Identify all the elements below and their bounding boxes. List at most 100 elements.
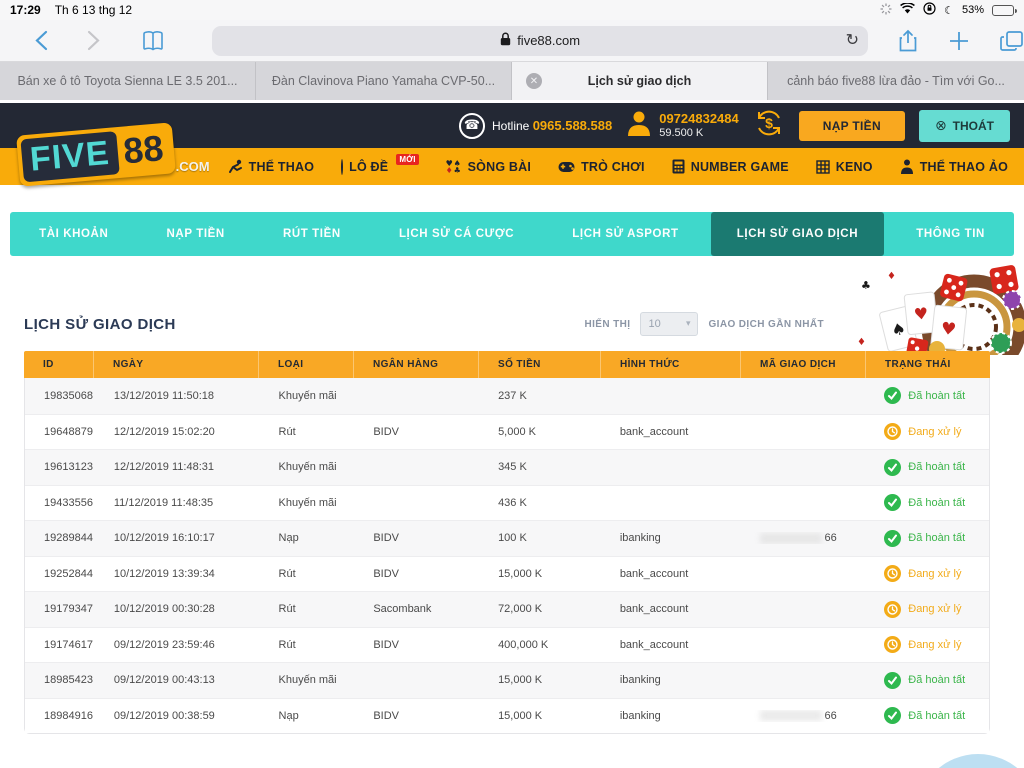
sub-nav-item-2[interactable]: RÚT TIỀN	[257, 212, 367, 256]
cell-type: Rút	[260, 639, 355, 651]
watermark-badge: Tj 77 …	[916, 754, 1024, 768]
main-nav-item-2[interactable]: ♥♠♦♣SÒNG BÀI	[446, 160, 531, 174]
sport-icon	[228, 159, 243, 174]
cell-status: Đã hoàn tất	[865, 530, 989, 547]
bookmarks-icon[interactable]	[131, 30, 174, 52]
main-nav-label: THỂ THAO ẢO	[920, 160, 1008, 174]
cell-bank: BIDV	[354, 426, 479, 438]
reload-button[interactable]: ↻	[846, 30, 859, 49]
table-row: 19289844 10/12/2019 16:10:17 Nạp BIDV 10…	[25, 520, 989, 556]
cell-bank: BIDV	[354, 532, 479, 544]
check-circle-icon	[884, 494, 901, 511]
cell-id: 19613123	[25, 461, 95, 473]
column-header: NGÀY	[94, 351, 259, 378]
browser-toolbar: five88.com ↻	[0, 20, 1024, 62]
status-label: Đang xử lý	[908, 639, 961, 651]
orientation-lock-icon	[923, 2, 936, 18]
cell-id: 19174617	[25, 639, 95, 651]
cell-date: 10/12/2019 16:10:17	[95, 532, 260, 544]
status-label: Đã hoàn tất	[908, 674, 965, 686]
table-body: 19835068 13/12/2019 11:50:18 Khuyến mãi …	[25, 378, 989, 733]
share-icon[interactable]	[898, 29, 918, 53]
main-nav-item-4[interactable]: NUMBER GAME	[672, 159, 789, 174]
cell-amount: 72,000 K	[479, 603, 601, 615]
account-balance: 59.500 K	[659, 127, 739, 141]
browser-tab-3[interactable]: cảnh báo five88 lừa đảo - Tìm với Go...	[768, 62, 1024, 100]
logo-five: FIVE	[20, 131, 119, 182]
table-row: 19433556 11/12/2019 11:48:35 Khuyến mãi …	[25, 485, 989, 521]
new-badge: MỚI	[396, 154, 418, 165]
sub-nav-item-5[interactable]: LỊCH SỬ GIAO DỊCH	[711, 212, 884, 256]
numbers-icon	[672, 159, 685, 174]
transaction-table: IDNGÀYLOẠINGÂN HÀNGSỐ TIỀNHÌNH THỨCMÃ GI…	[24, 352, 990, 734]
sub-nav-item-1[interactable]: NẠP TIỀN	[141, 212, 251, 256]
table-row: 18984916 09/12/2019 00:38:59 Nạp BIDV 15…	[25, 698, 989, 734]
browser-tab-2[interactable]: ✕ Lịch sử giao dịch	[512, 62, 768, 100]
cell-id: 19835068	[25, 390, 95, 402]
sub-nav-item-4[interactable]: LỊCH SỬ ASPORT	[546, 212, 704, 256]
site-logo[interactable]: FIVE 88 .COM	[18, 108, 218, 180]
cell-status: Đã hoàn tất	[865, 707, 989, 724]
logout-button[interactable]: ⊗ THOÁT	[919, 110, 1010, 142]
cell-method: ibanking	[601, 710, 741, 722]
column-header: SỐ TIỀN	[479, 351, 601, 378]
exchange-icon[interactable]: $	[753, 107, 785, 144]
casino-graphic-image: ♠ ♥ ♥ ♣ ♦ ♦	[849, 265, 1024, 355]
cell-date: 13/12/2019 11:50:18	[95, 390, 260, 402]
main-nav-item-0[interactable]: THỂ THAO	[228, 159, 315, 174]
cell-type: Khuyến mãi	[260, 674, 355, 686]
cell-id: 19252844	[25, 568, 95, 580]
new-tab-icon[interactable]	[948, 30, 970, 52]
redacted-code-blur	[760, 533, 822, 544]
check-circle-icon	[884, 459, 901, 476]
rows-per-page-select[interactable]: 10 ▾	[640, 312, 698, 336]
phone-icon: ☎	[459, 113, 485, 139]
cell-amount: 436 K	[479, 497, 601, 509]
logo-88: 88	[116, 127, 172, 174]
sub-nav-item-3[interactable]: LỊCH SỬ CÁ CƯỢC	[373, 212, 540, 256]
main-nav-label: KENO	[836, 160, 873, 174]
cell-status: Đang xử lý	[865, 565, 989, 582]
clock-circle-icon	[884, 636, 901, 653]
tabs-overview-icon[interactable]	[1000, 30, 1024, 52]
svg-text:♥: ♥	[940, 319, 957, 340]
status-label: Đã hoàn tất	[908, 390, 965, 402]
activity-spinner-icon	[880, 3, 892, 18]
address-bar[interactable]: five88.com ↻	[212, 26, 868, 56]
close-tab-icon[interactable]: ✕	[526, 73, 542, 89]
browser-tab-0[interactable]: Bán xe ô tô Toyota Sienna LE 3.5 201...	[0, 62, 256, 100]
main-nav-item-1[interactable]: LÔ ĐỀMỚI	[341, 160, 419, 174]
browser-tab-1[interactable]: Đàn Clavinova Piano Yamaha CVP-50...	[256, 62, 512, 100]
cell-bank: BIDV	[354, 710, 479, 722]
sub-nav-item-0[interactable]: TÀI KHOẢN	[13, 212, 134, 256]
virtual-sport-icon	[900, 159, 914, 174]
battery-percent: 53%	[962, 4, 984, 16]
hotline-number: 0965.588.588	[533, 118, 613, 133]
site-content: FIVE 88 .COM ☎ Hotline 0965.588.588 0972…	[0, 100, 1024, 768]
cell-status: Đã hoàn tất	[865, 672, 989, 689]
tab-title: Đàn Clavinova Piano Yamaha CVP-50...	[272, 74, 495, 88]
table-row: 19179347 10/12/2019 00:30:28 Rút Sacomba…	[25, 591, 989, 627]
cell-id: 19433556	[25, 497, 95, 509]
sub-nav-item-6[interactable]: THÔNG TIN	[890, 212, 1011, 256]
table-row: 19613123 12/12/2019 11:48:31 Khuyến mãi …	[25, 449, 989, 485]
main-nav-item-5[interactable]: KENO	[816, 160, 873, 174]
column-header: LOẠI	[259, 351, 354, 378]
cell-method: ibanking	[601, 674, 741, 686]
cell-date: 12/12/2019 15:02:20	[95, 426, 260, 438]
main-nav-item-3[interactable]: TRÒ CHƠI	[558, 160, 645, 174]
tab-title: Lịch sử giao dịch	[588, 74, 692, 88]
cell-amount: 15,000 K	[479, 674, 601, 686]
main-nav-item-6[interactable]: THỂ THAO ẢO	[900, 159, 1008, 174]
hotline[interactable]: ☎ Hotline 0965.588.588	[459, 113, 612, 139]
account-info[interactable]: 09724832484 59.500 K	[626, 109, 739, 142]
status-label: Đã hoàn tất	[908, 461, 965, 473]
account-number: 09724832484	[659, 111, 739, 127]
cell-bank: BIDV	[354, 639, 479, 651]
forward-button[interactable]	[73, 30, 112, 51]
back-button[interactable]	[22, 30, 61, 51]
circle-x-icon: ⊗	[935, 118, 947, 134]
svg-text:$: $	[765, 115, 773, 131]
deposit-button[interactable]: NẠP TIỀN	[799, 111, 905, 141]
status-label: Đã hoàn tất	[908, 710, 965, 722]
